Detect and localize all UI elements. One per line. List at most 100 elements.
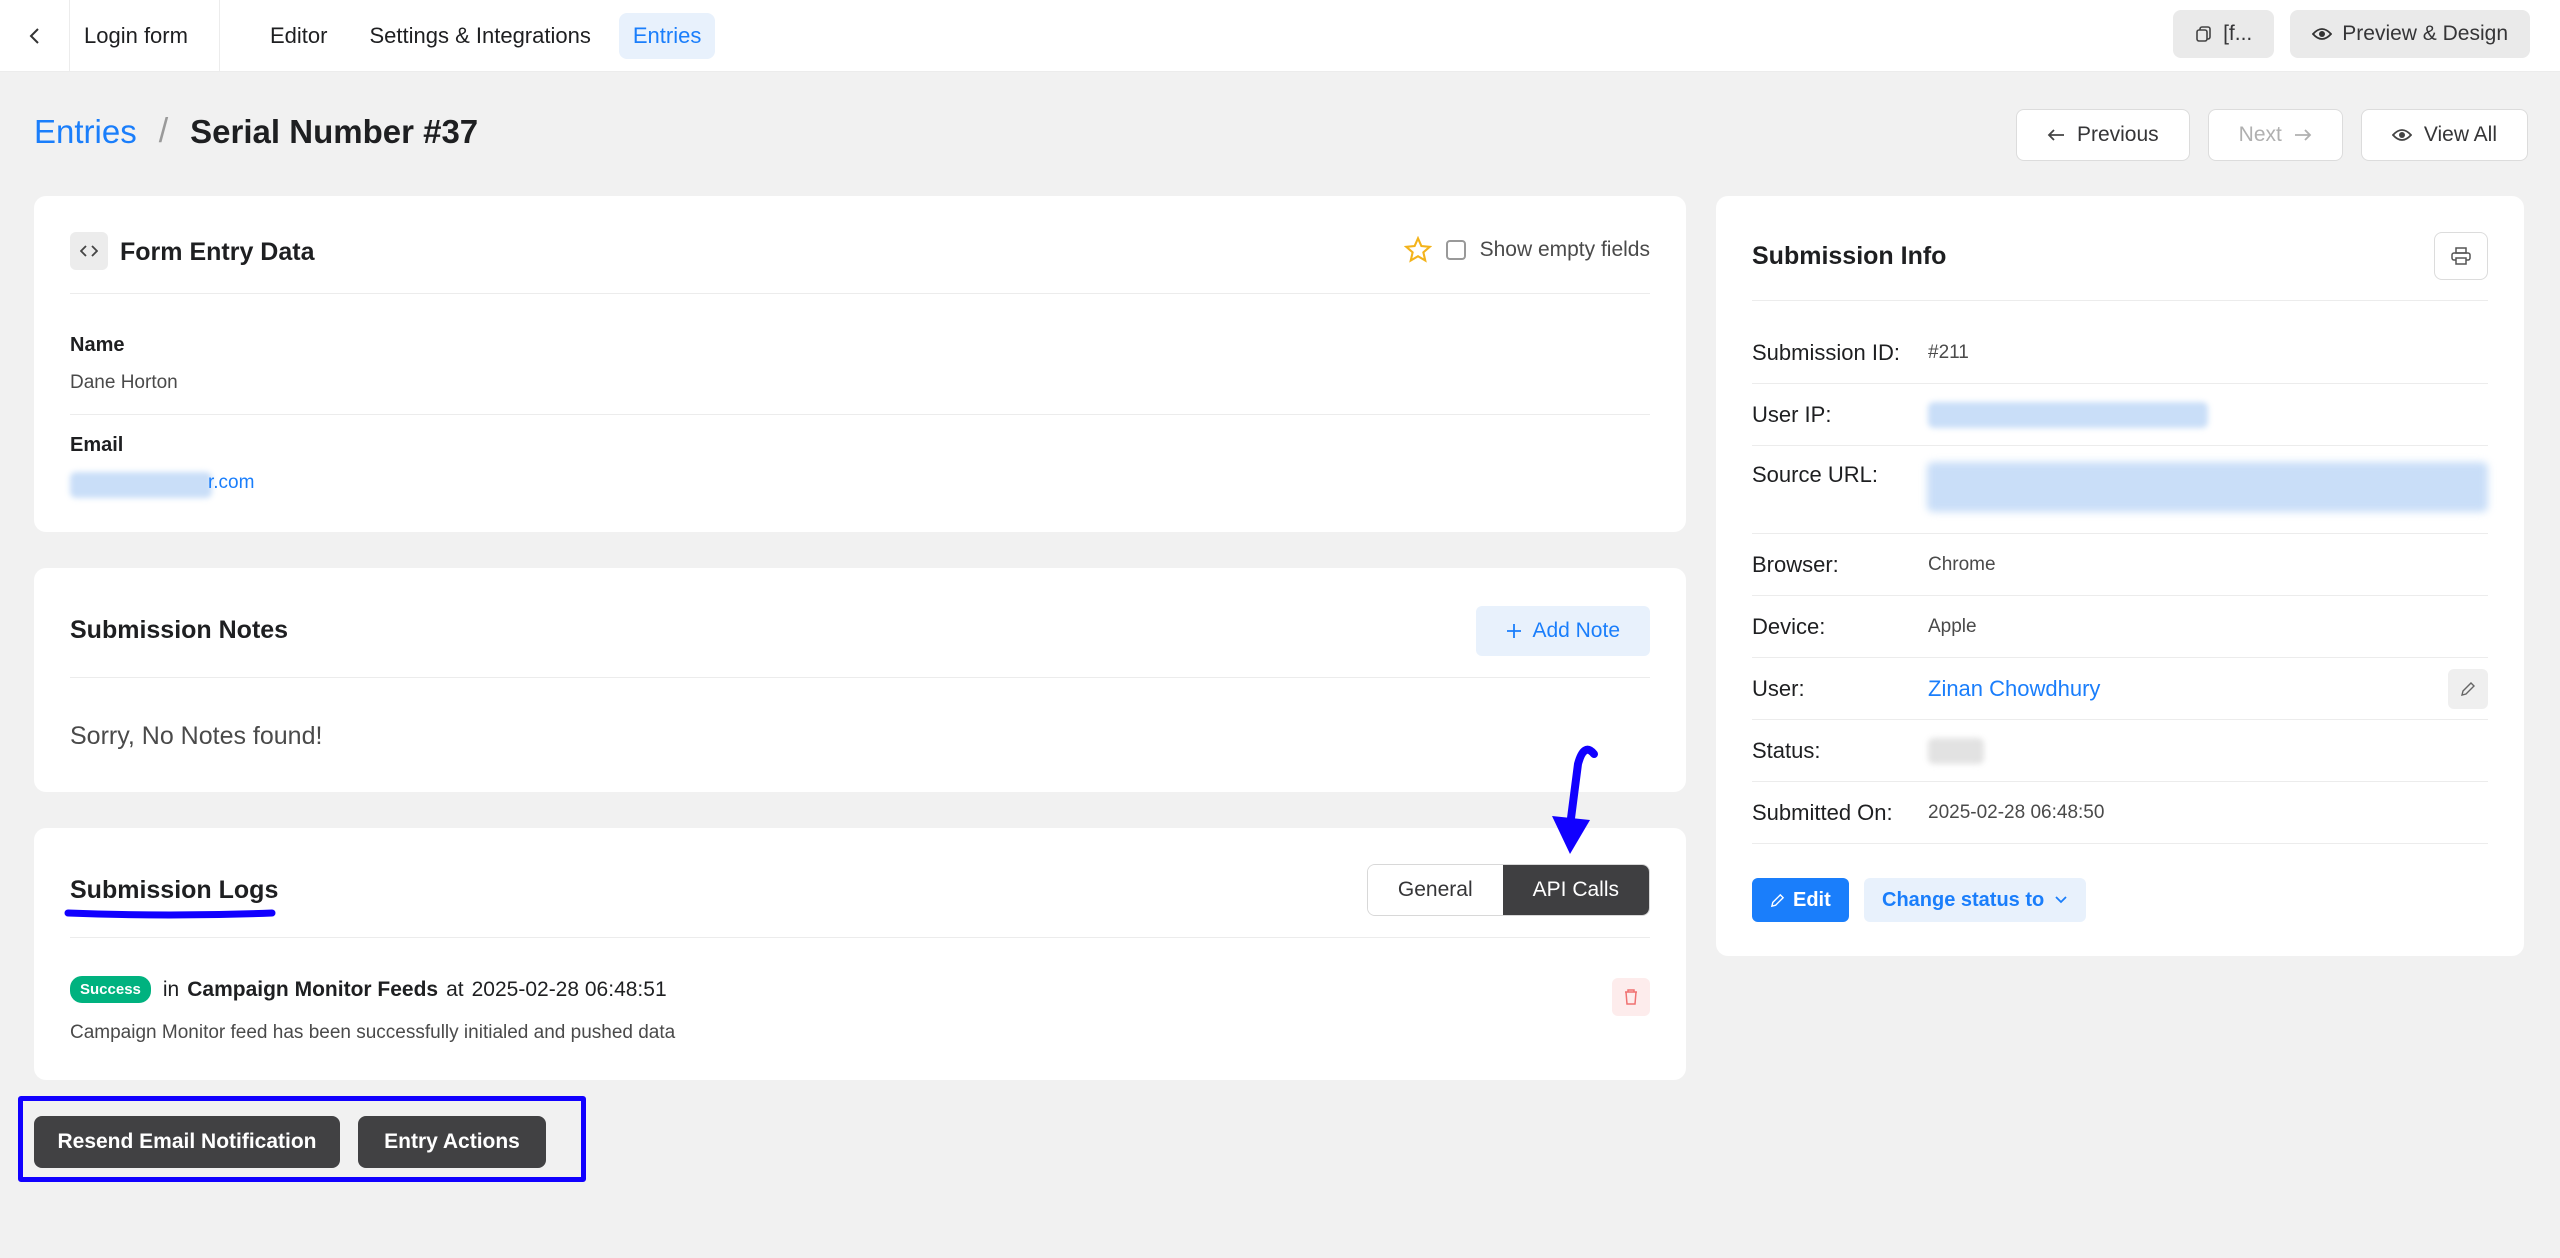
field-value-email[interactable]: r.com xyxy=(208,472,254,494)
nav-tabs: Editor Settings & Integrations Entries xyxy=(256,12,716,59)
breadcrumb: Entries / Serial Number #37 xyxy=(34,112,478,151)
form-name: Login form xyxy=(70,0,220,72)
submission-logs-title: Submission Logs xyxy=(70,876,279,904)
tab-general[interactable]: General xyxy=(1367,865,1503,915)
eye-icon xyxy=(2312,28,2333,40)
resend-email-notification-button[interactable]: Resend Email Notification xyxy=(34,1116,340,1168)
info-row-user-ip: User IP: xyxy=(1752,384,2488,446)
info-row-device: Device: Apple xyxy=(1752,596,2488,658)
divider xyxy=(70,937,1650,938)
previous-label: Previous xyxy=(2076,123,2159,146)
info-row-user: User: Zinan Chowdhury xyxy=(1752,658,2488,720)
info-row-submission-id: Submission ID: #211 xyxy=(1752,322,2488,384)
info-value: Apple xyxy=(1928,615,1977,637)
chevron-left-icon xyxy=(29,27,39,44)
show-empty-label: Show empty fields xyxy=(1479,238,1650,261)
preview-design-button[interactable]: Preview & Design xyxy=(2290,10,2530,58)
shortcode-button[interactable]: [f... xyxy=(2173,10,2275,58)
info-value: #211 xyxy=(1928,341,1969,363)
change-status-label: Change status to xyxy=(1882,888,2045,911)
breadcrumb-entries-link[interactable]: Entries xyxy=(34,113,137,151)
submission-notes-title: Submission Notes xyxy=(70,616,289,644)
printer-icon xyxy=(2451,247,2471,265)
log-prefix: in xyxy=(162,977,180,1001)
info-value: Chrome xyxy=(1928,553,1996,575)
log-message: Campaign Monitor feed has been successfu… xyxy=(70,1022,676,1043)
submission-info-title: Submission Info xyxy=(1752,242,1947,270)
code-icon xyxy=(70,232,108,270)
field-value-name: Dane Horton xyxy=(70,372,178,393)
user-link[interactable]: Zinan Chowdhury xyxy=(1928,676,2100,702)
info-row-source-url: Source URL: xyxy=(1752,446,2488,534)
chevron-down-icon xyxy=(2055,896,2067,904)
redacted-ip xyxy=(1928,401,2208,428)
trash-icon xyxy=(1625,989,1637,1005)
submission-logs-card: Submission Logs General API Calls Succes… xyxy=(34,828,1686,1080)
add-note-label: Add Note xyxy=(1532,619,1620,642)
info-row-submitted-on: Submitted On: 2025-02-28 06:48:50 xyxy=(1752,782,2488,844)
tab-editor[interactable]: Editor xyxy=(256,13,341,59)
preview-label: Preview & Design xyxy=(2342,22,2508,45)
top-actions: [f... Preview & Design xyxy=(2173,10,2530,58)
field-label-email: Email xyxy=(70,434,124,456)
edit-user-button[interactable] xyxy=(2448,668,2488,709)
pencil-icon xyxy=(2461,681,2475,696)
form-entry-data-title: Form Entry Data xyxy=(120,238,315,266)
tab-settings-integrations[interactable]: Settings & Integrations xyxy=(355,13,604,59)
logs-tab-group: General API Calls xyxy=(1366,864,1650,916)
arrow-left-icon xyxy=(2047,129,2064,141)
star-icon[interactable] xyxy=(1403,236,1432,264)
back-button[interactable] xyxy=(0,0,70,72)
divider xyxy=(70,414,1650,415)
add-note-button[interactable]: Add Note xyxy=(1476,606,1650,656)
info-label: Device: xyxy=(1752,613,1826,639)
show-empty-checkbox[interactable] xyxy=(1445,240,1466,260)
view-all-label: View All xyxy=(2423,123,2497,146)
show-empty-fields: Show empty fields xyxy=(1403,236,1650,264)
field-label-name: Name xyxy=(70,334,125,356)
annotation-arrow xyxy=(1552,745,1598,854)
edit-label: Edit xyxy=(1793,888,1831,911)
submission-info-card: Submission Info Submission ID: #211 User… xyxy=(1716,196,2524,956)
view-all-button[interactable]: View All xyxy=(2360,109,2528,161)
submission-notes-card: Submission Notes Add Note Sorry, No Note… xyxy=(34,568,1686,792)
annotation-underline xyxy=(64,909,276,919)
info-label: User: xyxy=(1752,675,1805,701)
delete-log-button[interactable] xyxy=(1612,978,1650,1016)
info-label: Status: xyxy=(1752,737,1821,763)
divider xyxy=(70,677,1650,678)
next-label: Next xyxy=(2238,123,2282,146)
redacted-status xyxy=(1928,737,1984,764)
pager: Previous Next View All xyxy=(2015,109,2528,161)
status-badge: Success xyxy=(70,976,151,1003)
info-row-browser: Browser: Chrome xyxy=(1752,534,2488,596)
redacted-email xyxy=(70,472,212,498)
change-status-dropdown[interactable]: Change status to xyxy=(1864,878,2087,922)
previous-button[interactable]: Previous xyxy=(2015,109,2190,161)
print-button[interactable] xyxy=(2434,232,2488,280)
no-notes-text: Sorry, No Notes found! xyxy=(70,722,323,750)
tab-entries[interactable]: Entries xyxy=(618,12,716,59)
info-value: 2025-02-28 06:48:50 xyxy=(1928,801,2105,823)
info-label: Submitted On: xyxy=(1752,799,1893,825)
log-entry: Success in Campaign Monitor Feeds at 202… xyxy=(70,976,667,1003)
entry-actions-button[interactable]: Entry Actions xyxy=(358,1116,546,1168)
divider xyxy=(70,293,1650,294)
log-at: at xyxy=(446,977,464,1001)
copy-icon xyxy=(2196,26,2211,42)
info-label: User IP: xyxy=(1752,401,1832,427)
breadcrumb-separator: / xyxy=(158,112,169,150)
log-source: Campaign Monitor Feeds xyxy=(187,977,439,1001)
top-bar: Login form Editor Settings & Integration… xyxy=(0,0,2560,72)
redacted-url xyxy=(1927,462,2488,512)
tab-api-calls[interactable]: API Calls xyxy=(1502,865,1649,915)
form-entry-data-card: Form Entry Data Show empty fields Name D… xyxy=(34,196,1686,532)
eye-icon xyxy=(2391,129,2412,141)
arrow-right-icon xyxy=(2294,129,2312,141)
next-button[interactable]: Next xyxy=(2207,109,2343,161)
shortcode-label: [f... xyxy=(2223,22,2253,45)
divider xyxy=(1752,300,2488,301)
page-title: Serial Number #37 xyxy=(190,112,479,150)
info-row-status: Status: xyxy=(1752,720,2488,782)
edit-button[interactable]: Edit xyxy=(1752,878,1849,922)
